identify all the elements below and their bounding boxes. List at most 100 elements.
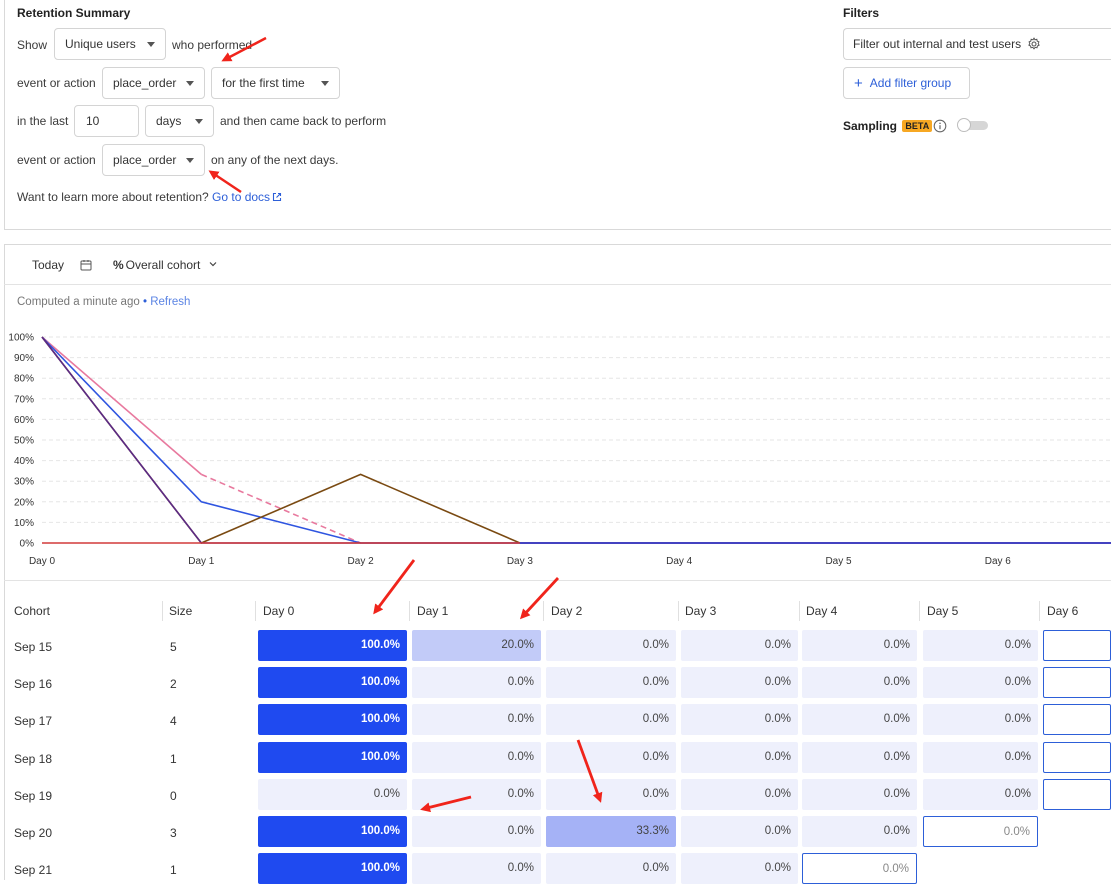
filters-title: Filters (843, 6, 880, 20)
info-icon[interactable] (933, 119, 947, 133)
filter-internal-users-toggle[interactable]: Filter out internal and test users (843, 28, 1111, 60)
cohort-label: Sep 18 (14, 751, 53, 766)
x-tick-label: Day 0 (29, 556, 56, 567)
retention-cell[interactable]: 100.0% (258, 630, 407, 661)
retention-cell[interactable]: 0.0% (923, 667, 1038, 699)
retention-cell[interactable]: 0.0% (412, 741, 541, 773)
chevron-down-icon (186, 158, 194, 163)
came-back-text: and then came back to perform (220, 114, 387, 128)
column-header: Day 4 (806, 604, 838, 618)
column-separator (799, 601, 800, 621)
retention-cell[interactable]: 0.0% (412, 816, 541, 847)
retention-cell[interactable] (1043, 741, 1111, 773)
retention-cell[interactable]: 100.0% (258, 667, 407, 699)
event-select-1[interactable]: place_order (102, 67, 205, 99)
retention-cell[interactable]: 33.3% (546, 816, 676, 847)
column-separator (255, 601, 256, 621)
retention-cell[interactable]: 100.0% (258, 704, 407, 736)
event-select-1-value: place_order (113, 76, 177, 90)
retention-summary-title: Retention Summary (17, 6, 131, 20)
add-filter-group-label: Add filter group (869, 76, 952, 90)
retention-cell[interactable]: 0.0% (802, 816, 917, 847)
y-tick-label: 50% (14, 436, 34, 447)
event-select-2[interactable]: place_order (102, 144, 205, 176)
retention-cell[interactable]: 0.0% (546, 667, 676, 699)
column-header: Size (169, 604, 193, 618)
learn-more-label: Want to learn more about retention? (17, 190, 209, 204)
retention-cell[interactable] (1043, 630, 1111, 661)
computed-label: Computed a minute ago (17, 296, 140, 308)
date-range-button[interactable]: Today (32, 258, 92, 272)
retention-cell[interactable]: 0.0% (802, 704, 917, 736)
x-tick-label: Day 4 (666, 556, 693, 567)
first-time-select[interactable]: for the first time (211, 67, 340, 99)
period-input[interactable]: 10 (74, 105, 139, 137)
x-tick-label: Day 5 (825, 556, 852, 567)
column-separator (919, 601, 920, 621)
gear-icon[interactable] (1027, 37, 1041, 51)
retention-cell[interactable]: 0.0% (802, 741, 917, 773)
retention-cell[interactable]: 0.0% (923, 741, 1038, 773)
retention-cell[interactable]: 0.0% (412, 778, 541, 810)
retention-cell[interactable]: 0.0% (923, 630, 1038, 661)
show-select[interactable]: Unique users (54, 28, 166, 60)
retention-cell[interactable] (1043, 667, 1111, 699)
docs-link[interactable]: Go to docs (212, 190, 282, 204)
column-separator (162, 601, 163, 621)
retention-cell[interactable]: 0.0% (923, 778, 1038, 810)
cohort-mode-select[interactable]: % Overall cohort (113, 258, 218, 272)
show-label: Show (17, 38, 48, 52)
retention-cell[interactable]: 0.0% (412, 704, 541, 736)
retention-cell[interactable]: 0.0% (546, 704, 676, 736)
retention-cell[interactable]: 0.0% (923, 816, 1038, 847)
y-tick-label: 100% (8, 333, 34, 344)
retention-cell[interactable]: 0.0% (546, 741, 676, 773)
cohort-size: 4 (170, 714, 177, 729)
learn-more-text: Want to learn more about retention? Go t… (17, 190, 282, 204)
column-header: Day 2 (551, 604, 583, 618)
retention-cell[interactable] (1043, 778, 1111, 810)
retention-cell[interactable]: 0.0% (923, 704, 1038, 736)
cohort-label: Sep 16 (14, 677, 53, 692)
retention-cell[interactable]: 0.0% (681, 630, 798, 661)
y-tick-label: 70% (14, 394, 34, 405)
period-unit-value: days (156, 114, 182, 128)
retention-cell[interactable]: 100.0% (258, 816, 407, 847)
x-tick-label: Day 2 (348, 556, 375, 567)
show-select-value: Unique users (65, 37, 136, 51)
add-filter-group-button[interactable]: + Add filter group (843, 67, 970, 99)
retention-cell[interactable]: 0.0% (681, 667, 798, 699)
refresh-link[interactable]: Refresh (150, 296, 190, 308)
retention-cell[interactable]: 0.0% (546, 630, 676, 661)
period-unit-select[interactable]: days (145, 105, 214, 137)
retention-cell[interactable]: 0.0% (802, 630, 917, 661)
y-tick-label: 60% (14, 415, 34, 426)
retention-cell[interactable]: 0.0% (681, 741, 798, 773)
retention-cell[interactable]: 100.0% (258, 741, 407, 773)
cohort-label: Sep 19 (14, 788, 53, 803)
retention-cell[interactable]: 0.0% (258, 778, 407, 810)
column-header: Day 5 (927, 604, 959, 618)
sampling-row: Sampling BETA (843, 119, 933, 133)
plus-icon: + (854, 75, 863, 92)
date-range-label: Today (32, 258, 65, 272)
retention-cell[interactable]: 0.0% (681, 704, 798, 736)
retention-cell[interactable]: 0.0% (412, 667, 541, 699)
retention-cell[interactable]: 0.0% (802, 667, 917, 699)
y-tick-label: 10% (14, 518, 34, 529)
chevron-down-icon (209, 262, 217, 267)
sampling-toggle[interactable] (957, 118, 988, 132)
x-tick-label: Day 1 (188, 556, 215, 567)
retention-cell[interactable]: 0.0% (802, 778, 917, 810)
y-tick-label: 0% (20, 539, 35, 550)
retention-cell[interactable] (1043, 704, 1111, 736)
cohort-size: 3 (170, 826, 177, 840)
retention-cell[interactable]: 20.0% (412, 630, 541, 661)
retention-cell[interactable]: 0.0% (681, 816, 798, 847)
first-time-select-value: for the first time (222, 76, 305, 90)
retention-cell[interactable]: 0.0% (681, 778, 798, 810)
retention-cell[interactable]: 0.0% (546, 778, 676, 810)
calendar-icon (80, 260, 92, 271)
x-tick-label: Day 3 (507, 556, 534, 567)
event-label-2: event or action (17, 153, 96, 167)
